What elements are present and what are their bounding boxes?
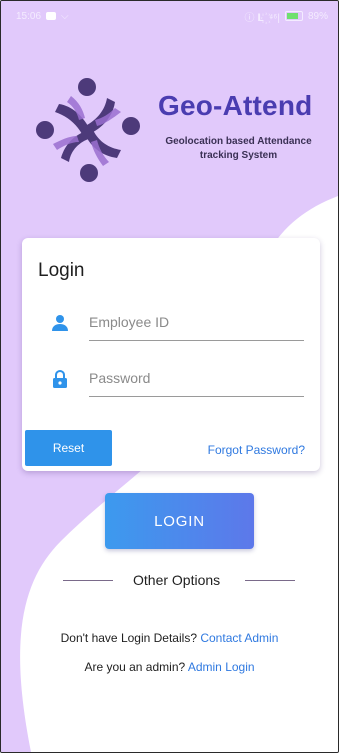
contact-admin-link[interactable]: Contact Admin	[200, 631, 278, 645]
login-heading: Login	[38, 260, 85, 281]
app-title: Geo-Attend	[158, 90, 313, 121]
login-button[interactable]: LOGIN	[105, 493, 254, 549]
reset-button[interactable]: Reset	[25, 430, 112, 466]
admin-login-line: Are you an admin? Admin Login	[1, 660, 338, 674]
chevron-icon: ⌵	[61, 10, 69, 22]
admin-login-link[interactable]: Admin Login	[188, 660, 255, 674]
contact-admin-line: Don't have Login Details? Contact Admin	[1, 631, 338, 645]
employee-id-underline	[89, 340, 304, 341]
status-bar: 15:06 ⌵ ⓘ 𝗟 ꙰ ⁴⁶| 89%	[1, 1, 338, 31]
app-subtitle: Geolocation based Attendance tracking Sy…	[165, 136, 312, 161]
contact-admin-prompt: Don't have Login Details?	[60, 631, 197, 645]
other-options-label: Other Options	[133, 572, 221, 588]
employee-id-input[interactable]	[89, 308, 304, 336]
login-card: Login Reset Forgot Password?	[22, 238, 320, 471]
password-input[interactable]	[89, 364, 304, 392]
signal-icons: ⓘ 𝗟 ꙰ ⁴⁶|	[244, 12, 280, 24]
admin-login-prompt: Are you an admin?	[84, 660, 186, 674]
notification-icon	[46, 12, 57, 20]
lock-icon	[53, 370, 67, 388]
other-options-divider: Other Options	[63, 572, 295, 588]
divider-left	[63, 580, 113, 581]
password-field	[52, 364, 312, 404]
battery-percent: 89%	[307, 10, 328, 22]
divider-right	[245, 580, 295, 581]
battery-icon	[284, 11, 303, 21]
password-underline	[89, 396, 304, 397]
employee-id-field	[52, 308, 312, 348]
status-time: 15:06	[16, 10, 42, 22]
geo-attend-logo-icon	[36, 78, 140, 182]
person-icon	[52, 315, 68, 331]
app-screen: 15:06 ⌵ ⓘ 𝗟 ꙰ ⁴⁶| 89% Geo-Attend Geoloca…	[0, 0, 339, 753]
forgot-password-link[interactable]: Forgot Password?	[208, 443, 305, 457]
